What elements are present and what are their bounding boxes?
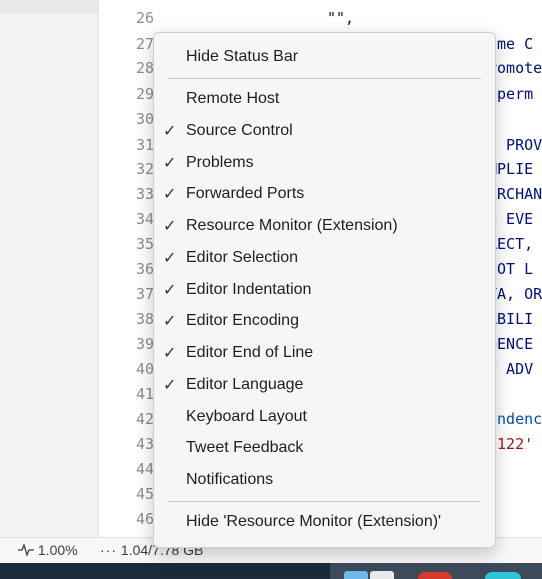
code-line: romote bbox=[488, 59, 542, 77]
checkmark-icon: ✓ bbox=[163, 155, 177, 172]
line-number: 38 bbox=[135, 310, 154, 328]
menu-separator bbox=[168, 501, 481, 502]
dock-app-icon[interactable] bbox=[485, 572, 521, 579]
menu-item-label: Editor Language bbox=[186, 376, 304, 393]
menu-item-hide-resource-monitor[interactable]: Hide 'Resource Monitor (Extension)' bbox=[154, 509, 495, 537]
menu-item-keyboard-layout[interactable]: Keyboard Layout bbox=[154, 404, 495, 432]
menu-item-resource-monitor[interactable]: ✓ Resource Monitor (Extension) bbox=[154, 213, 495, 241]
line-number: 45 bbox=[135, 485, 154, 503]
menu-item-label: Hide 'Resource Monitor (Extension)' bbox=[186, 513, 442, 530]
line-number: 31 bbox=[135, 136, 154, 154]
code-line: TA, OR bbox=[488, 285, 542, 303]
line-number: 35 bbox=[135, 235, 154, 253]
menu-item-label: Notifications bbox=[186, 471, 274, 488]
line-number: 32 bbox=[135, 160, 154, 178]
checkmark-icon: ✓ bbox=[163, 282, 177, 299]
line-number: 46 bbox=[135, 510, 154, 528]
checkmark-icon: ✓ bbox=[163, 218, 177, 235]
checkmark-icon: ✓ bbox=[163, 345, 177, 362]
line-number: 28 bbox=[135, 59, 154, 77]
checkmark-icon: ✓ bbox=[163, 377, 177, 394]
code-line: 5 PROV bbox=[488, 136, 542, 154]
menu-item-label: Editor Encoding bbox=[186, 312, 299, 329]
menu-item-editor-indentation[interactable]: ✓ Editor Indentation bbox=[154, 277, 495, 305]
code-line: endenc bbox=[488, 410, 542, 428]
menu-item-hide-status-bar[interactable]: Hide Status Bar bbox=[154, 44, 495, 72]
menu-separator bbox=[168, 78, 481, 79]
dock-app-icon[interactable] bbox=[370, 571, 394, 579]
menu-item-tweet-feedback[interactable]: Tweet Feedback bbox=[154, 435, 495, 463]
line-number: 39 bbox=[135, 335, 154, 353]
menu-item-label: Resource Monitor (Extension) bbox=[186, 217, 398, 234]
dock-app-icon[interactable] bbox=[344, 571, 368, 579]
menu-item-editor-encoding[interactable]: ✓ Editor Encoding bbox=[154, 308, 495, 336]
menu-item-label: Problems bbox=[186, 154, 254, 171]
activity-icon bbox=[18, 543, 34, 557]
code-line: ERCHAN bbox=[488, 185, 542, 203]
sidebar bbox=[0, 0, 99, 537]
menu-item-notifications[interactable]: Notifications bbox=[154, 467, 495, 495]
checkmark-icon: ✓ bbox=[163, 313, 177, 330]
line-number: 43 bbox=[135, 435, 154, 453]
menu-item-source-control[interactable]: ✓ Source Control bbox=[154, 118, 495, 146]
line-number: 37 bbox=[135, 285, 154, 303]
ellipsis-icon: ··· bbox=[100, 542, 117, 558]
code-line: "", bbox=[327, 9, 355, 27]
line-number: 40 bbox=[135, 360, 154, 378]
menu-item-label: Editor Indentation bbox=[186, 281, 312, 298]
checkmark-icon: ✓ bbox=[163, 186, 177, 203]
menu-item-label: Remote Host bbox=[186, 90, 280, 107]
menu-item-remote-host[interactable]: Remote Host bbox=[154, 86, 495, 114]
line-number: 33 bbox=[135, 185, 154, 203]
menu-item-label: Tweet Feedback bbox=[186, 439, 304, 456]
checkmark-icon: ✓ bbox=[163, 123, 177, 140]
line-number: 34 bbox=[135, 210, 154, 228]
menu-item-label: Editor End of Line bbox=[186, 344, 314, 361]
checkmark-icon: ✓ bbox=[163, 250, 177, 267]
line-number: 42 bbox=[135, 410, 154, 428]
line-number: 30 bbox=[135, 110, 154, 128]
line-number: 44 bbox=[135, 460, 154, 478]
menu-item-editor-selection[interactable]: ✓ Editor Selection bbox=[154, 245, 495, 273]
dock-apps bbox=[330, 563, 542, 579]
line-number: 27 bbox=[135, 35, 154, 53]
menu-item-editor-end-of-line[interactable]: ✓ Editor End of Line bbox=[154, 340, 495, 368]
status-bar-context-menu[interactable]: Hide Status Bar Remote Host ✓ Source Con… bbox=[153, 32, 496, 548]
menu-item-editor-language[interactable]: ✓ Editor Language bbox=[154, 372, 495, 400]
cpu-usage-text: 1.00% bbox=[37, 542, 78, 558]
line-number: 26 bbox=[135, 9, 154, 27]
line-number: 41 bbox=[135, 385, 154, 403]
menu-item-label: Keyboard Layout bbox=[186, 408, 307, 425]
cpu-status[interactable]: 1.00% bbox=[18, 542, 78, 558]
line-number: 29 bbox=[135, 85, 154, 103]
menu-item-label: Forwarded Ports bbox=[186, 185, 305, 202]
sidebar-header bbox=[0, 0, 98, 14]
menu-item-label: Editor Selection bbox=[186, 249, 299, 266]
menu-item-forwarded-ports[interactable]: ✓ Forwarded Ports bbox=[154, 181, 495, 209]
menu-item-label: Hide Status Bar bbox=[186, 48, 299, 65]
dock-app-icon[interactable] bbox=[418, 572, 452, 579]
line-number: 36 bbox=[135, 260, 154, 278]
menu-item-label: Source Control bbox=[186, 122, 293, 139]
menu-item-problems[interactable]: ✓ Problems bbox=[154, 150, 495, 178]
